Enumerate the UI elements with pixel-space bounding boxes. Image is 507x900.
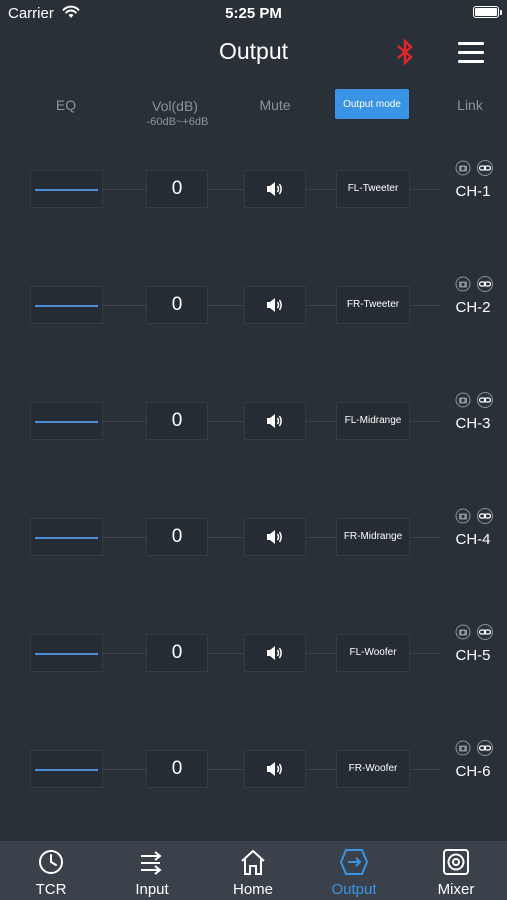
link-icon[interactable] [476, 392, 494, 413]
link-icon[interactable] [476, 508, 494, 529]
mute-column-header: Mute [259, 97, 291, 113]
output-mode-value[interactable]: FL-Woofer [336, 634, 410, 672]
link-column-header: Link [457, 97, 483, 113]
speaker-icon [267, 182, 282, 196]
channel-row: 0 FR-Midrange CH-4 [0, 508, 507, 568]
eq-curve-button[interactable] [30, 634, 103, 672]
tab-tcr[interactable]: TCR [11, 841, 91, 900]
status-bar: Carrier 5:25 PM [0, 0, 507, 28]
speaker-icon [267, 646, 282, 660]
tab-label: Output [331, 881, 377, 898]
speaker-icon [267, 530, 282, 544]
vol-column-header: Vol(dB) [152, 98, 198, 114]
volume-value[interactable]: 0 [146, 518, 208, 556]
page-title: Output [218, 38, 289, 64]
channel-row: 0 FL-Tweeter CH-1 [0, 160, 507, 220]
output-mode-value[interactable]: FL-Tweeter [336, 170, 410, 208]
channel-row: 0 FL-Woofer CH-5 [0, 624, 507, 684]
mute-button[interactable] [244, 634, 306, 672]
tab-output[interactable]: Output [314, 841, 394, 900]
eq-curve-line [35, 537, 98, 539]
output-mode-button[interactable]: Output mode [335, 89, 409, 119]
speaker-icon [267, 414, 282, 428]
eq-curve-line [35, 653, 98, 655]
output-mode-value[interactable]: FR-Tweeter [336, 286, 410, 324]
eq-curve-line [35, 421, 98, 423]
output-mode-value[interactable]: FL-Midrange [336, 402, 410, 440]
link-icon[interactable] [476, 160, 494, 181]
mute-button[interactable] [244, 402, 306, 440]
camera-icon[interactable] [455, 392, 471, 413]
volume-value[interactable]: 0 [146, 634, 208, 672]
link-icon[interactable] [476, 276, 494, 297]
channel-label: CH-2 [455, 299, 491, 316]
tab-label: Mixer [437, 881, 475, 898]
camera-icon[interactable] [455, 740, 471, 761]
eq-curve-line [35, 189, 98, 191]
channel-label: CH-1 [455, 183, 491, 200]
mute-button[interactable] [244, 518, 306, 556]
bluetooth-icon[interactable] [394, 38, 416, 71]
camera-icon[interactable] [455, 276, 471, 297]
channel-label: CH-6 [455, 763, 491, 780]
tab-home[interactable]: Home [213, 841, 293, 900]
channel-label: CH-4 [455, 531, 491, 548]
tab-input[interactable]: Input [112, 841, 192, 900]
mute-button[interactable] [244, 750, 306, 788]
output-mode-value[interactable]: FR-Midrange [336, 518, 410, 556]
eq-curve-line [35, 769, 98, 771]
volume-value[interactable]: 0 [146, 402, 208, 440]
eq-curve-button[interactable] [30, 518, 103, 556]
volume-value[interactable]: 0 [146, 750, 208, 788]
link-icon[interactable] [476, 624, 494, 645]
tab-mixer[interactable]: Mixer [416, 841, 496, 900]
tab-label: TCR [35, 881, 67, 898]
link-icon[interactable] [476, 740, 494, 761]
volume-value[interactable]: 0 [146, 170, 208, 208]
channel-row: 0 FL-Midrange CH-3 [0, 392, 507, 452]
channel-label: CH-5 [455, 647, 491, 664]
camera-icon[interactable] [455, 160, 471, 181]
output-mode-value[interactable]: FR-Woofer [336, 750, 410, 788]
eq-curve-line [35, 305, 98, 307]
home-icon [239, 847, 267, 882]
channel-row: 0 FR-Tweeter CH-2 [0, 276, 507, 336]
battery-icon [473, 6, 502, 18]
menu-icon[interactable] [458, 42, 484, 64]
speaker-icon [267, 298, 282, 312]
eq-curve-button[interactable] [30, 170, 103, 208]
mute-button[interactable] [244, 286, 306, 324]
eq-curve-button[interactable] [30, 402, 103, 440]
speaker-icon [267, 762, 282, 776]
channel-label: CH-3 [455, 415, 491, 432]
volume-value[interactable]: 0 [146, 286, 208, 324]
vol-range-label: -60dB~+6dB [146, 116, 209, 128]
camera-icon[interactable] [455, 624, 471, 645]
eq-curve-button[interactable] [30, 286, 103, 324]
tab-label: Input [135, 881, 169, 898]
clock-icon [37, 847, 65, 882]
mixer-speaker-icon [442, 847, 470, 882]
output-icon [339, 847, 369, 882]
tab-bar: TCR Input Home Output Mixer [0, 841, 507, 900]
eq-column-header: EQ [55, 97, 77, 113]
channel-row: 0 FR-Woofer CH-6 [0, 740, 507, 800]
input-arrows-icon [138, 847, 166, 882]
status-time: 5:25 PM [225, 5, 282, 22]
tab-label: Home [232, 881, 273, 898]
mute-button[interactable] [244, 170, 306, 208]
eq-curve-button[interactable] [30, 750, 103, 788]
camera-icon[interactable] [455, 508, 471, 529]
